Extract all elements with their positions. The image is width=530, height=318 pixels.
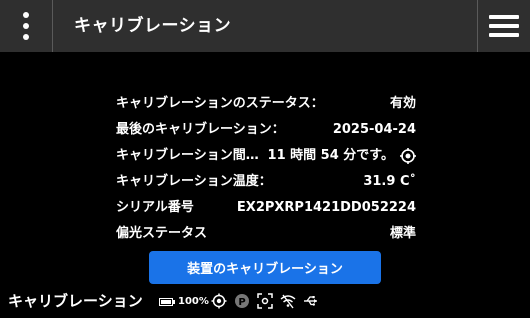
- info-row-last-calibration: 最後のキャリブレーション： 2025-04-24: [116, 120, 416, 146]
- page-title: キャリブレーション: [74, 16, 232, 36]
- info-row-serial: シリアル番号 EX2PXRP1421DD052224: [116, 198, 416, 224]
- serial-value: EX2PXRP1421DD052224: [236, 200, 416, 215]
- temperature-value: 31.9 C˚: [363, 174, 416, 189]
- battery-icon: [159, 297, 173, 306]
- target-icon[interactable]: [211, 293, 227, 309]
- info-row-temperature: キャリブレーション温度： 31.9 C˚: [116, 172, 416, 198]
- calibrate-device-button[interactable]: 装置のキャリブレーション: [149, 251, 381, 284]
- info-row-interval: キャリブレーション間… 11 時間 54 分です。: [116, 146, 416, 172]
- status-bar-title: キャリブレーション: [8, 292, 143, 310]
- info-row-polarization: 偏光ステータス 標準: [116, 224, 416, 250]
- screenshot-icon[interactable]: [257, 293, 273, 309]
- battery-indicator: 100%: [159, 296, 209, 307]
- more-menu-icon[interactable]: [0, 0, 52, 52]
- calibration-info: キャリブレーションのステータス： 有効 最後のキャリブレーション： 2025-0…: [116, 94, 416, 250]
- hamburger-menu-icon[interactable]: [478, 0, 530, 52]
- temperature-label: キャリブレーション温度：: [116, 174, 272, 189]
- info-row-status: キャリブレーションのステータス： 有効: [116, 94, 416, 120]
- interval-label: キャリブレーション間…: [116, 148, 259, 163]
- last-calibration-value: 2025-04-24: [332, 122, 416, 137]
- battery-percent: 100%: [178, 296, 209, 307]
- divider: [52, 0, 53, 52]
- serial-label: シリアル番号: [116, 200, 194, 215]
- p-badge-icon[interactable]: P: [234, 293, 250, 309]
- status-label: キャリブレーションのステータス：: [116, 96, 324, 111]
- status-bar: キャリブレーション 100% P: [0, 288, 530, 314]
- svg-text:P: P: [238, 297, 245, 308]
- polarization-value: 標準: [389, 226, 416, 241]
- top-bar: キャリブレーション: [0, 0, 530, 52]
- last-calibration-label: 最後のキャリブレーション：: [116, 122, 285, 137]
- target-icon: [400, 148, 416, 164]
- polarization-label: 偏光ステータス: [116, 226, 208, 241]
- interval-value-group: 11 時間 54 分です。: [268, 146, 416, 166]
- status-value: 有効: [389, 96, 416, 111]
- interval-value: 11 時間 54 分です。: [267, 148, 394, 163]
- usb-icon[interactable]: [303, 293, 319, 309]
- wifi-off-icon[interactable]: [280, 293, 296, 309]
